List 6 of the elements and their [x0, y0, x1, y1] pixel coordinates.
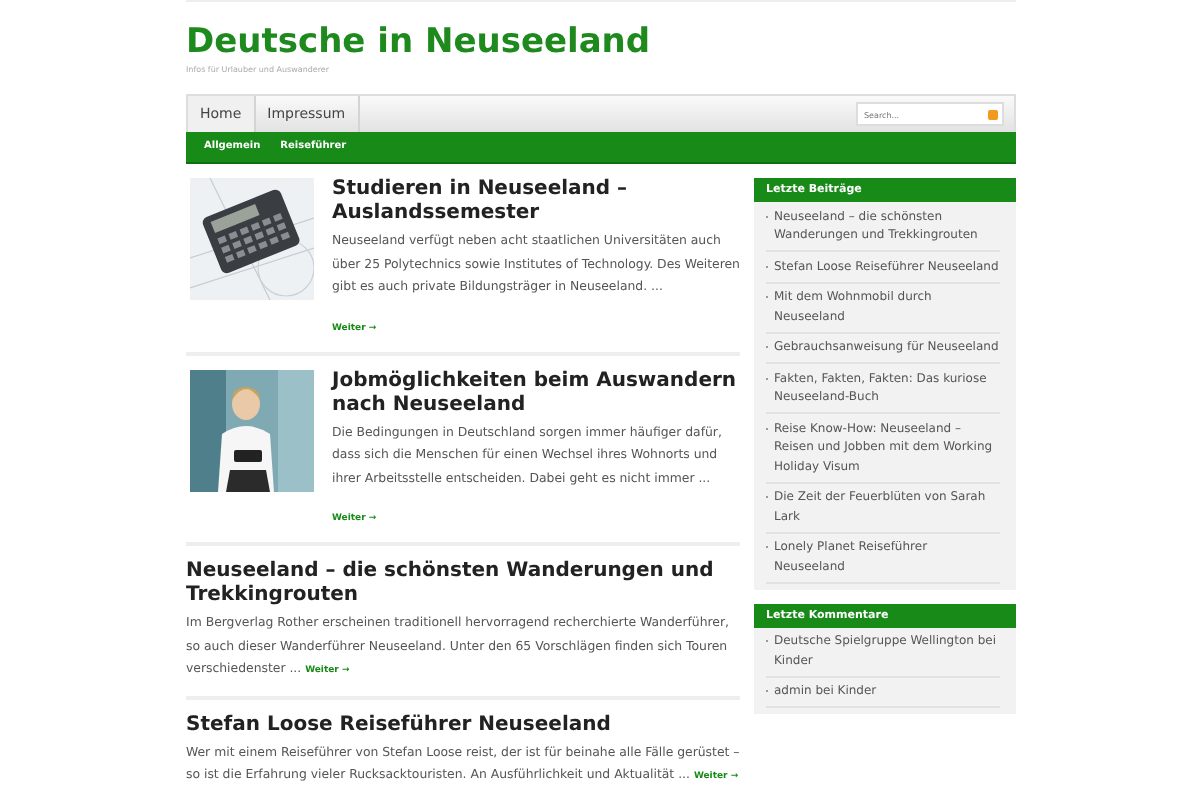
- post-title[interactable]: Studieren in Neuseeland – Auslandssemester: [332, 178, 740, 226]
- post-title[interactable]: Stefan Loose Reiseführer Neuseeland: [186, 713, 740, 737]
- post-title[interactable]: Jobmöglichkeiten beim Auswandern nach Neuseeland: [332, 369, 740, 417]
- post-title[interactable]: Neuseeland – die schönsten Wanderungen und Trekkingrouten: [186, 560, 740, 608]
- rss-icon[interactable]: [988, 109, 998, 119]
- site-title[interactable]: Deutsche in Neuseeland: [186, 22, 1016, 62]
